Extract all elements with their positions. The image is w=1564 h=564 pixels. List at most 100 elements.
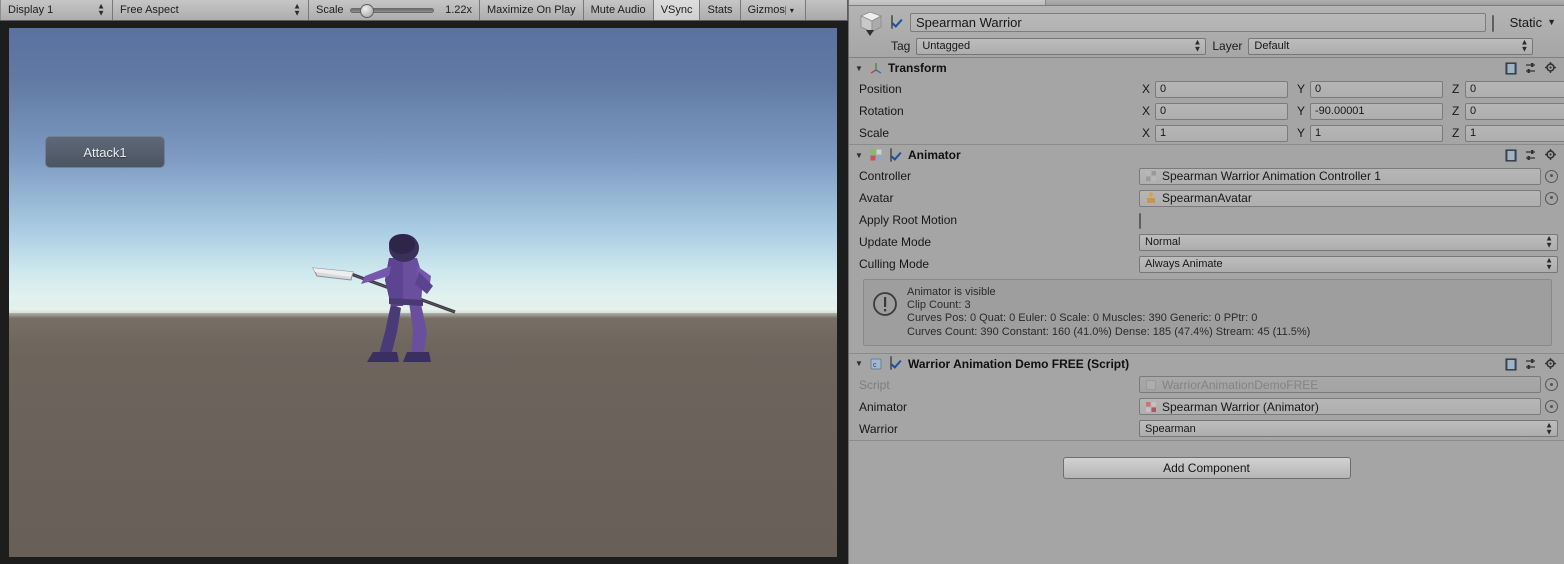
- reference-book-icon[interactable]: [1504, 357, 1518, 371]
- scale-slider-group[interactable]: Scale 1.22x: [309, 0, 480, 20]
- add-component-label: Add Component: [1163, 460, 1250, 475]
- chevron-down-icon[interactable]: ▾: [784, 5, 798, 15]
- gear-icon[interactable]: [1544, 61, 1558, 75]
- position-z-input[interactable]: 0: [1465, 80, 1564, 98]
- display-dropdown[interactable]: Display 1 ▲ ▼: [0, 0, 113, 20]
- chevron-updown-icon: ▲ ▼: [1520, 37, 1529, 54]
- preset-sliders-icon[interactable]: [1524, 61, 1538, 75]
- scale-x-input[interactable]: 1: [1155, 124, 1288, 142]
- scale-value: 1.22x: [445, 4, 472, 16]
- script-animator-label: Animator: [859, 399, 908, 414]
- foldout-arrow-icon[interactable]: ▼: [855, 151, 864, 160]
- animator-title: Animator: [908, 148, 961, 162]
- controller-select-icon[interactable]: [1545, 169, 1558, 183]
- position-vector: X 0 Y 0 Z 0: [1139, 80, 1564, 98]
- script-animator-value: Spearman Warrior (Animator): [1162, 399, 1319, 414]
- add-component-button[interactable]: Add Component: [1062, 456, 1351, 479]
- animator-info-box: Animator is visible Clip Count: 3 Curves…: [863, 279, 1552, 346]
- script-enabled-checkbox[interactable]: [890, 356, 903, 371]
- reference-book-icon[interactable]: [1504, 148, 1518, 162]
- static-toggle-group[interactable]: Static ▼: [1491, 14, 1556, 32]
- position-y-input[interactable]: 0: [1310, 80, 1443, 98]
- animator-icon: [1146, 401, 1156, 412]
- apply-root-motion-label: Apply Root Motion: [859, 213, 958, 227]
- info-line-4: Curves Count: 390 Constant: 160 (41.0%) …: [907, 325, 1311, 338]
- preset-sliders-icon[interactable]: [1524, 148, 1538, 162]
- stats-button[interactable]: Stats: [700, 0, 741, 20]
- game-viewport[interactable]: Attack1: [9, 28, 837, 557]
- foldout-arrow-icon[interactable]: ▼: [855, 64, 864, 73]
- position-x-input[interactable]: 0: [1155, 80, 1288, 98]
- script-header[interactable]: ▼ c Warrior Animation Demo FREE (Script): [849, 354, 1564, 374]
- scale-slider-handle[interactable]: [359, 3, 374, 18]
- scale-y-value: 1: [1315, 127, 1322, 139]
- svg-text:c: c: [873, 362, 877, 369]
- attack1-button[interactable]: Attack1: [45, 136, 165, 168]
- script-animator-object-field[interactable]: Spearman Warrior (Animator): [1139, 398, 1541, 416]
- gizmos-button[interactable]: Gizmos ▾: [740, 0, 806, 20]
- controller-object-field[interactable]: Spearman Warrior Animation Controller 1: [1139, 167, 1541, 185]
- gear-icon[interactable]: [1544, 357, 1558, 371]
- tag-dropdown[interactable]: Untagged ▲ ▼: [916, 37, 1207, 55]
- scale-y-input[interactable]: 1: [1310, 124, 1443, 142]
- script-animator-select-icon[interactable]: [1545, 400, 1558, 414]
- script-select-icon: [1545, 378, 1558, 392]
- gameobject-enabled-checkbox[interactable]: [891, 14, 904, 29]
- transform-icon: [870, 63, 882, 74]
- animator-controller-icon: [1146, 171, 1156, 181]
- reference-book-icon[interactable]: [1504, 61, 1518, 75]
- static-checkbox[interactable]: [1491, 14, 1505, 32]
- layer-value: Default: [1254, 40, 1290, 52]
- warrior-dropdown[interactable]: Spearman ▲ ▼: [1139, 420, 1558, 438]
- update-mode-label: Update Mode: [859, 235, 932, 249]
- scale-label: Scale: [859, 126, 890, 140]
- preset-sliders-icon[interactable]: [1524, 357, 1538, 371]
- rotation-y-value: -90.00001: [1315, 105, 1365, 117]
- culling-mode-dropdown[interactable]: Always Animate ▲ ▼: [1139, 255, 1558, 273]
- axis-x-label: X: [1142, 82, 1151, 96]
- gear-icon[interactable]: [1544, 148, 1558, 162]
- aspect-dropdown[interactable]: Free Aspect ▲ ▼: [113, 0, 309, 20]
- transform-header[interactable]: ▼ Transform: [849, 58, 1564, 78]
- rotation-vector: X 0 Y -90.00001 Z 0: [1139, 102, 1564, 120]
- mute-audio-button[interactable]: Mute Audio: [583, 0, 654, 20]
- update-mode-dropdown[interactable]: Normal ▲ ▼: [1139, 233, 1558, 251]
- scale-slider[interactable]: [349, 3, 434, 18]
- script-title: Warrior Animation Demo FREE (Script): [908, 356, 1130, 371]
- vsync-button[interactable]: VSync: [653, 0, 701, 20]
- axis-z-label: Z: [1452, 82, 1460, 96]
- transform-position-row: Position X 0 Y 0 Z 0: [849, 78, 1564, 100]
- maximize-on-play-button[interactable]: Maximize On Play: [480, 0, 584, 20]
- gameobject-header: Spearman Warrior Static ▼ Tag Untagged ▲…: [849, 6, 1564, 58]
- chevron-updown-icon: ▲ ▼: [293, 1, 301, 18]
- layer-label: Layer: [1212, 39, 1243, 53]
- script-row: Script WarriorAnimationDemoFREE: [849, 374, 1564, 396]
- warrior-value: Spearman: [1145, 422, 1196, 435]
- rotation-z-input[interactable]: 0: [1465, 102, 1564, 120]
- apply-root-motion-checkbox[interactable]: [1139, 212, 1152, 229]
- axis-x-label: X: [1142, 104, 1151, 118]
- scale-z-input[interactable]: 1: [1465, 124, 1564, 142]
- info-icon: [873, 292, 897, 316]
- scale-vector: X 1 Y 1 Z 1: [1139, 124, 1564, 142]
- chevron-updown-icon: ▲ ▼: [1545, 420, 1553, 437]
- layer-dropdown[interactable]: Default ▲ ▼: [1248, 37, 1534, 55]
- avatar-icon: [1147, 192, 1155, 203]
- script-animator-row: Animator Spearman Warrior (Animator): [849, 396, 1564, 418]
- animator-header[interactable]: ▼ Animator: [849, 145, 1564, 165]
- chevron-down-icon[interactable]: ▼: [1547, 17, 1556, 27]
- animator-info-text: Animator is visible Clip Count: 3 Curves…: [907, 286, 1310, 339]
- gizmos-label: Gizmos: [747, 4, 785, 16]
- axis-y-label: Y: [1297, 104, 1306, 118]
- rotation-y-input[interactable]: -90.00001: [1310, 102, 1443, 120]
- animator-enabled-checkbox[interactable]: [890, 147, 903, 162]
- gameobject-name-input[interactable]: Spearman Warrior: [910, 12, 1486, 32]
- culling-mode-label: Culling Mode: [859, 257, 930, 271]
- avatar-object-field[interactable]: SpearmanAvatar: [1139, 189, 1541, 207]
- rotation-z-value: 0: [1470, 105, 1477, 117]
- avatar-select-icon[interactable]: [1545, 191, 1558, 205]
- axis-y-label: Y: [1297, 82, 1306, 96]
- aspect-dropdown-label: Free Aspect: [120, 4, 179, 16]
- rotation-x-input[interactable]: 0: [1155, 102, 1288, 120]
- foldout-arrow-icon[interactable]: ▼: [855, 359, 864, 368]
